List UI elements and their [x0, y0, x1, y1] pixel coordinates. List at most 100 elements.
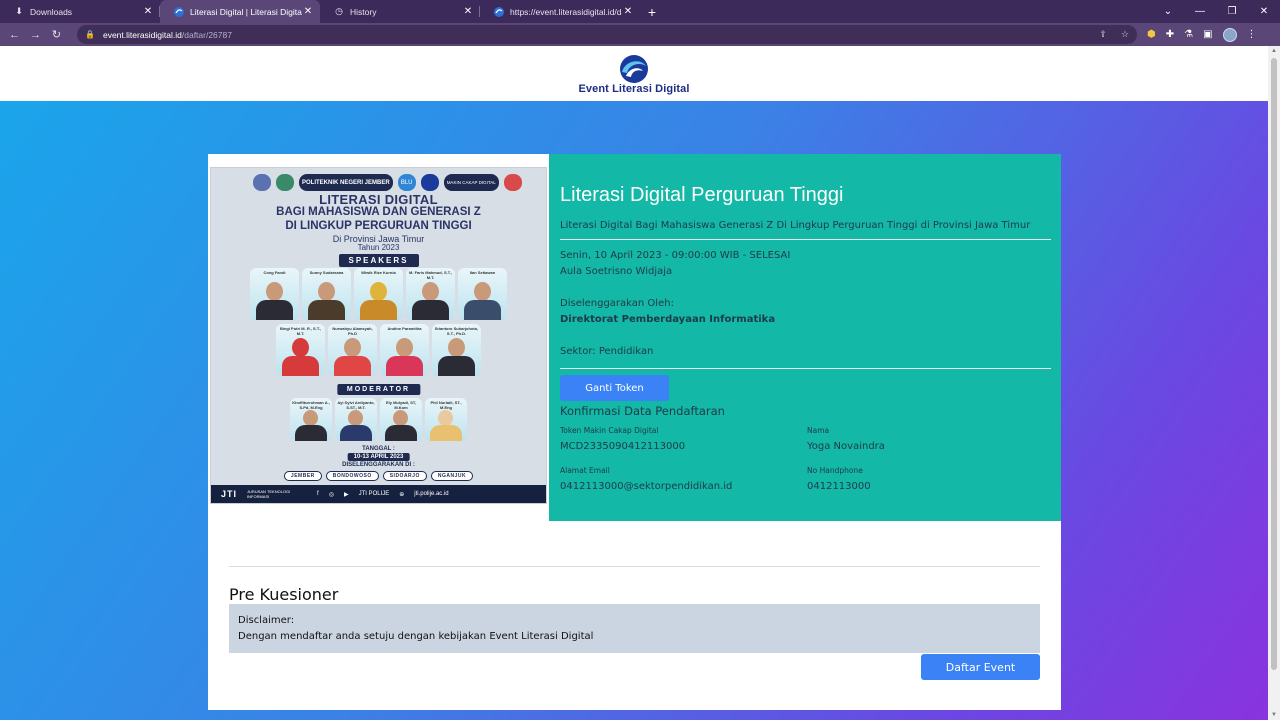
address-bar[interactable]: 🔒 event.literasidigital.id/daftar/26787 …: [77, 25, 1137, 44]
new-tab-button[interactable]: +: [640, 0, 664, 23]
speaker-name: Nurwahyu Alamsyah, Ph.D: [332, 326, 373, 336]
youtube-icon: ▶: [343, 491, 349, 498]
phone-label: No Handphone: [807, 466, 863, 475]
hero-background: POLITEKNIK NEGERI JEMBER BLU MAKIN CAKAP…: [0, 101, 1268, 720]
globe-icon: ⊕: [399, 491, 405, 498]
event-organizer: Direktorat Pemberdayaan Informatika: [560, 314, 776, 325]
event-poster: POLITEKNIK NEGERI JEMBER BLU MAKIN CAKAP…: [210, 167, 547, 504]
token-label: Token Makin Cakap Digital: [560, 426, 659, 435]
poster-date-value: 10-13 APRIL 2023: [347, 453, 410, 461]
close-icon[interactable]: ✕: [462, 6, 474, 17]
poster-city: SIDOARJO: [382, 471, 427, 481]
speaker-photo: Cong Fandi: [250, 268, 299, 320]
minimize-icon[interactable]: —: [1184, 0, 1216, 23]
poster-footer-dept: JURUSAN TEKNOLOGI INFORMASI: [247, 489, 291, 499]
partner-logo: POLITEKNIK NEGERI JEMBER: [299, 174, 393, 191]
speaker-photo: Sunny Sudarsana: [302, 268, 351, 320]
download-icon: ⬇: [15, 6, 23, 16]
divider: [560, 239, 1051, 240]
speaker-name: Cong Fandi: [263, 270, 286, 275]
history-icon: ◷: [335, 6, 343, 16]
speaker-name: Sunny Sudarsana: [309, 270, 344, 275]
moderator-name: Ely Mulyadi, ST, M.Kom: [385, 400, 416, 410]
side-panel-icon[interactable]: ▣: [1203, 29, 1212, 40]
poster-date: TANGGAL : 10-13 APRIL 2023 DISELENGGARAK…: [342, 446, 415, 468]
change-token-button[interactable]: Ganti Token: [560, 375, 669, 401]
extensions-puzzle-icon[interactable]: ✚: [1166, 29, 1174, 40]
address-bar-actions: ⇪ ☆: [1099, 29, 1129, 40]
partner-logo: [420, 174, 439, 191]
pre-questionnaire-title: Pre Kuesioner: [229, 585, 339, 604]
speaker-name: Ilan Setiawan: [469, 270, 496, 275]
poster-footer: JTI JURUSAN TEKNOLOGI INFORMASI f ◎ ▶ JT…: [211, 485, 546, 503]
partner-logo: [503, 174, 522, 191]
speaker-photo: Sriantoro Suharjohoto, S.T., Ph.D.: [432, 324, 481, 376]
partner-logo: [276, 174, 294, 191]
profile-avatar[interactable]: [1222, 27, 1237, 42]
tab-title: History: [350, 6, 377, 17]
bookmark-star-icon[interactable]: ☆: [1121, 29, 1129, 40]
register-event-button[interactable]: Daftar Event: [921, 654, 1040, 680]
poster-date-label: TANGGAL :: [362, 446, 395, 452]
speakers-row: Bingi Putri M. R., S.T., M.T. Nurwahyu A…: [211, 324, 546, 376]
disclaimer-text: Dengan mendaftar anda setuju dengan kebi…: [238, 631, 594, 642]
confirmation-title: Konfirmasi Data Pendaftaran: [560, 404, 725, 418]
moderator-name: Khoffiturrohman A., S.Pd, M.Eng: [292, 400, 330, 410]
extension-shield-icon[interactable]: ⬢: [1147, 29, 1156, 40]
extensions-area: ⬢ ✚ ⚗ ▣ ⋮: [1147, 27, 1257, 42]
menu-kebab-icon[interactable]: ⋮: [1247, 29, 1257, 40]
literasi-digital-logo-icon[interactable]: [617, 54, 651, 84]
email-value: 0412113000@sektorpendidikan.id: [560, 481, 733, 492]
speaker-name: M. Faris Mahmud, S.T., M.T.: [409, 270, 452, 280]
phone-value: 0412113000: [807, 481, 871, 492]
event-datetime: Senin, 10 April 2023 - 09:00:00 WIB - SE…: [560, 250, 791, 261]
tab-search-icon[interactable]: ⌄: [1152, 0, 1184, 23]
reload-icon[interactable]: ↻: [46, 23, 67, 46]
share-icon[interactable]: ⇪: [1099, 29, 1107, 40]
poster-city: NGANJUK: [430, 471, 474, 481]
tab-title: Literasi Digital | Literasi Digital Pe: [190, 6, 302, 17]
close-icon[interactable]: ✕: [622, 6, 634, 17]
moderator-photo: Ely Mulyadi, ST, M.Kom: [380, 398, 422, 441]
lab-flask-icon[interactable]: ⚗: [1184, 29, 1193, 40]
moderator-photo: Ayi Sylvi Ardiyanto, S.ST., M.T.: [335, 398, 377, 441]
kominfo-icon: [174, 6, 184, 17]
tab-title: Downloads: [30, 6, 73, 17]
speaker-name: Andine Paramitha: [387, 326, 422, 331]
kominfo-icon: [494, 6, 504, 17]
lock-icon[interactable]: 🔒: [85, 30, 95, 39]
tab-history[interactable]: ◷ History ✕: [320, 0, 480, 23]
poster-cities: JEMBER BONDOWOSO SIDOARJO NGANJUK: [211, 471, 546, 481]
poster-title: LITERASI DIGITAL: [319, 192, 438, 207]
forward-icon[interactable]: →: [25, 23, 46, 46]
poster-title-line: BAGI MAHASISWA DAN GENERASI Z: [276, 206, 481, 218]
speaker-photo: Ilan Setiawan: [458, 268, 507, 320]
event-sector: Sektor: Pendidikan: [560, 346, 654, 357]
close-window-icon[interactable]: ✕: [1248, 0, 1280, 23]
scroll-down-icon[interactable]: ▼: [1268, 712, 1280, 718]
site-logo-text: Event Literasi Digital: [578, 83, 690, 95]
scroll-up-icon[interactable]: ▲: [1268, 48, 1280, 54]
tab-literasi-digital[interactable]: Literasi Digital | Literasi Digital Pe ✕: [160, 0, 320, 23]
poster-footer-brand: JTI: [221, 489, 238, 499]
poster-footer-site: jti.polije.ac.id: [414, 491, 449, 497]
divider: [560, 368, 1051, 369]
tab-downloads[interactable]: ⬇ Downloads ✕: [0, 0, 160, 23]
back-icon[interactable]: ←: [4, 23, 25, 46]
close-icon[interactable]: ✕: [142, 6, 154, 17]
restore-icon[interactable]: ❐: [1216, 0, 1248, 23]
page-scrollbar[interactable]: ▲ ▼: [1268, 46, 1280, 720]
site-header: Event Literasi Digital: [0, 46, 1268, 101]
close-icon[interactable]: ✕: [302, 6, 314, 17]
event-title: Literasi Digital Perguruan Tinggi: [560, 184, 844, 206]
section-divider: [229, 566, 1040, 567]
poster-partner-logos: POLITEKNIK NEGERI JEMBER BLU MAKIN CAKAP…: [253, 174, 522, 191]
disclaimer-box: Disclaimer: Dengan mendaftar anda setuju…: [229, 604, 1040, 653]
partner-logo: [253, 174, 271, 191]
browser-tab-strip: ⬇ Downloads ✕ Literasi Digital | Literas…: [0, 0, 1280, 23]
scrollbar-thumb[interactable]: [1271, 58, 1277, 670]
speaker-photo: Andine Paramitha: [380, 324, 429, 376]
tab-event-url[interactable]: https://event.literasidigital.id/dap ✕: [480, 0, 640, 23]
speaker-name: Bingi Putri M. R., S.T., M.T.: [279, 326, 322, 336]
speaker-photo: Wiwik Rize Kurnia: [354, 268, 403, 320]
